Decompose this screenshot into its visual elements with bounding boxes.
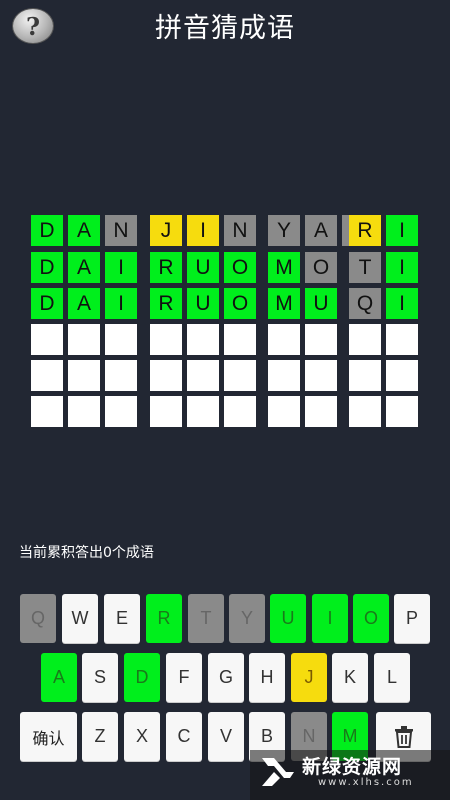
watermark-logo: [262, 758, 294, 786]
confirm-button[interactable]: 确认: [20, 712, 77, 761]
board-cell: I: [386, 252, 418, 283]
key-x[interactable]: X: [124, 712, 160, 761]
key-k[interactable]: K: [332, 653, 368, 702]
key-d[interactable]: D: [124, 653, 160, 702]
key-c[interactable]: C: [166, 712, 202, 761]
watermark-name: 新绿资源网: [302, 756, 403, 778]
board-cell: A: [68, 215, 100, 246]
key-h[interactable]: H: [249, 653, 285, 702]
board-cell: U: [305, 288, 337, 319]
board-cell: A: [305, 215, 337, 246]
key-v[interactable]: V: [208, 712, 244, 761]
board-cell: [187, 360, 219, 391]
board-cell: [386, 396, 418, 427]
board-cell: [31, 360, 63, 391]
key-o[interactable]: O: [353, 594, 389, 643]
board-cell: U: [187, 288, 219, 319]
board-cell: [349, 324, 381, 355]
key-y[interactable]: Y: [229, 594, 265, 643]
key-q[interactable]: Q: [20, 594, 56, 643]
board-cell: [150, 324, 182, 355]
key-i[interactable]: I: [312, 594, 348, 643]
board-cell: [105, 360, 137, 391]
key-e[interactable]: E: [104, 594, 140, 643]
key-w[interactable]: W: [62, 594, 98, 643]
board-cell: I: [105, 252, 137, 283]
board-cell: D: [31, 288, 63, 319]
board-cell: A: [68, 252, 100, 283]
board-cell: [68, 360, 100, 391]
board-cell: [187, 396, 219, 427]
board-cell: N: [224, 215, 256, 246]
board-cell: R: [150, 288, 182, 319]
board-cell: J: [150, 215, 182, 246]
board-cell: [349, 396, 381, 427]
board-cell: I: [386, 215, 418, 246]
board-cell: [150, 396, 182, 427]
board-cell: M: [268, 288, 300, 319]
guess-board: DANJINYARRIDAIRUOMOTIDAIRUOMUQI: [0, 0, 450, 440]
board-cell: [187, 324, 219, 355]
key-a[interactable]: A: [41, 653, 77, 702]
board-cell: M: [268, 252, 300, 283]
key-t[interactable]: T: [188, 594, 224, 643]
key-s[interactable]: S: [82, 653, 118, 702]
board-cell: [105, 324, 137, 355]
board-cell: [224, 396, 256, 427]
key-f[interactable]: F: [166, 653, 202, 702]
board-cell: O: [305, 252, 337, 283]
key-p[interactable]: P: [394, 594, 430, 643]
key-z[interactable]: Z: [82, 712, 118, 761]
watermark-domain: www.xlhs.com: [318, 777, 414, 788]
board-cell: D: [31, 252, 63, 283]
key-g[interactable]: G: [208, 653, 244, 702]
board-cell: [150, 360, 182, 391]
board-cell: [305, 396, 337, 427]
key-r[interactable]: R: [146, 594, 182, 643]
score-status: 当前累积答出0个成语: [19, 545, 154, 561]
board-cell: A: [68, 288, 100, 319]
trash-icon: [394, 725, 413, 748]
board-cell: [31, 396, 63, 427]
board-cell: [305, 360, 337, 391]
board-cell: Y: [268, 215, 300, 246]
board-cell: [268, 360, 300, 391]
board-cell: O: [224, 252, 256, 283]
board-cell: U: [187, 252, 219, 283]
board-cell: [268, 396, 300, 427]
board-cell: [386, 360, 418, 391]
board-cell: I: [105, 288, 137, 319]
board-cell: T: [349, 252, 381, 283]
board-cell: O: [224, 288, 256, 319]
board-cell: [224, 360, 256, 391]
key-l[interactable]: L: [374, 653, 410, 702]
board-cell: R: [349, 215, 381, 246]
key-u[interactable]: U: [270, 594, 306, 643]
board-cell: R: [150, 252, 182, 283]
board-cell: [349, 360, 381, 391]
board-cell: [68, 396, 100, 427]
board-cell: [105, 396, 137, 427]
board-cell: N: [105, 215, 137, 246]
board-cell: [224, 324, 256, 355]
key-j[interactable]: J: [291, 653, 327, 702]
board-cell: [68, 324, 100, 355]
board-cell: [305, 324, 337, 355]
board-cell: [268, 324, 300, 355]
board-cell: [31, 324, 63, 355]
board-cell: Q: [349, 288, 381, 319]
board-cell: I: [187, 215, 219, 246]
board-cell: I: [386, 288, 418, 319]
board-cell: [386, 324, 418, 355]
board-cell: D: [31, 215, 63, 246]
